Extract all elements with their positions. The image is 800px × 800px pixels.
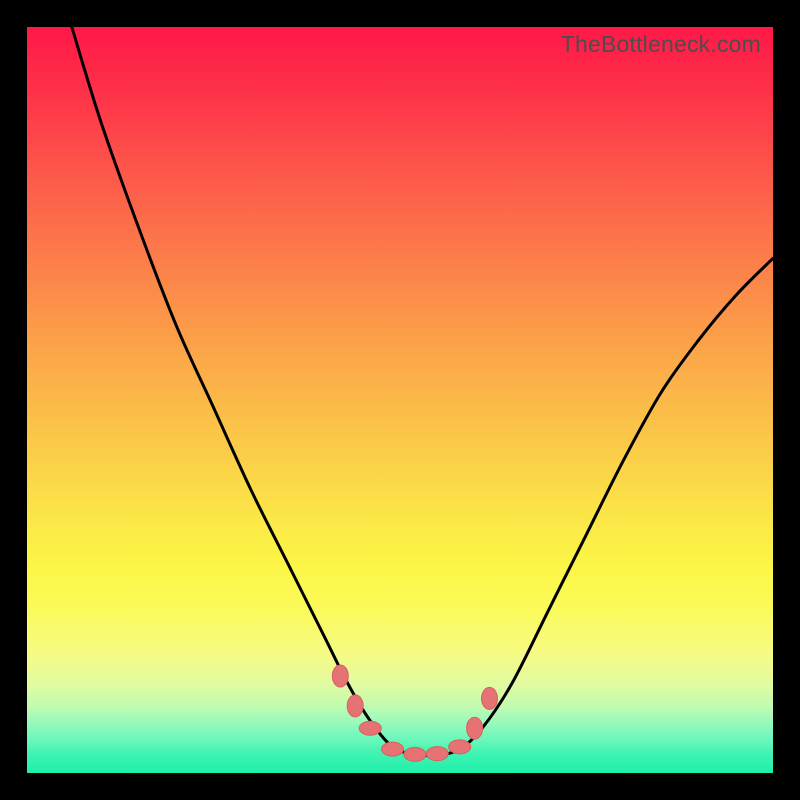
highlight-marker — [404, 747, 426, 761]
highlight-marker — [332, 665, 348, 687]
highlight-marker — [347, 695, 363, 717]
highlight-marker — [467, 717, 483, 739]
chart-frame: TheBottleneck.com — [0, 0, 800, 800]
highlight-marker — [449, 740, 471, 754]
highlight-marker — [359, 721, 381, 735]
plot-area: TheBottleneck.com — [27, 27, 773, 773]
curve-layer — [27, 27, 773, 773]
highlight-marker — [382, 742, 404, 756]
highlight-marker — [482, 687, 498, 709]
highlight-markers — [332, 665, 497, 761]
bottleneck-curve — [72, 27, 773, 756]
highlight-marker — [426, 747, 448, 761]
